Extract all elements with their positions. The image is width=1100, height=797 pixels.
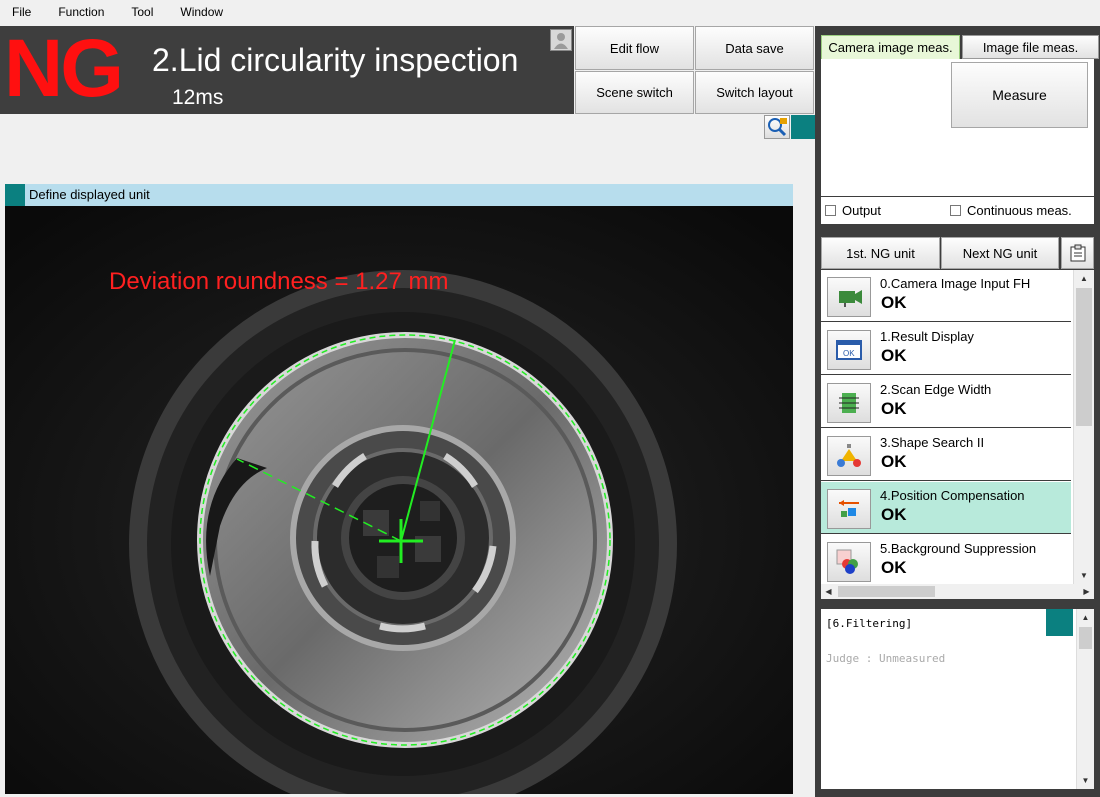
camera-icon [827, 277, 871, 317]
unit-result: OK [881, 505, 907, 524]
scroll-thumb[interactable] [1076, 288, 1092, 426]
menu-bar: File Function Tool Window [0, 0, 1100, 24]
unit-result: OK [881, 452, 907, 471]
background-suppression-icon [827, 542, 871, 582]
detail-scroll-up-icon[interactable]: ▲ [1077, 609, 1094, 626]
hscroll-thumb[interactable] [838, 586, 935, 597]
unit-row[interactable]: 2.Scan Edge Width OK [821, 376, 1071, 428]
menu-window[interactable]: Window [178, 3, 225, 21]
output-label: Output [842, 203, 882, 218]
svg-text:OK: OK [843, 349, 855, 358]
scroll-up-arrow-icon[interactable]: ▲ [1074, 270, 1094, 287]
unit-result: OK [881, 399, 907, 418]
tab-image-file-meas[interactable]: Image file meas. [962, 35, 1099, 59]
output-checkbox[interactable]: Output [825, 203, 881, 218]
shape-search-icon [827, 436, 871, 476]
scene-title: 2.Lid circularity inspection [152, 42, 519, 78]
clipboard-icon[interactable] [1061, 237, 1094, 269]
switch-layout-button[interactable]: Switch layout [695, 71, 814, 114]
unit-list-scrollbar[interactable]: ▲ ▼ [1073, 270, 1094, 584]
menu-function[interactable]: Function [56, 3, 106, 21]
scroll-down-arrow-icon[interactable]: ▼ [1074, 567, 1094, 584]
unit-row[interactable]: 5.Background Suppression OK [821, 535, 1071, 584]
measure-options: Output Continuous meas. [821, 197, 1094, 224]
position-compensation-icon [827, 489, 871, 529]
overall-judgement: NG [4, 23, 124, 114]
camera-image-view[interactable]: Deviation roundness = 1.27 mm [5, 206, 793, 794]
unit-result: OK [881, 293, 907, 312]
scroll-left-arrow-icon[interactable]: ◀ [821, 584, 836, 599]
output-checkbox-box[interactable] [825, 205, 836, 216]
continuous-label: Continuous meas. [967, 203, 1072, 218]
unit-row[interactable]: 0.Camera Image Input FH OK [821, 270, 1071, 322]
unit-result: OK [881, 346, 907, 365]
measure-button[interactable]: Measure [951, 62, 1088, 128]
scan-edge-icon [827, 383, 871, 423]
continuous-meas-checkbox[interactable]: Continuous meas. [950, 203, 1072, 218]
detail-result-panel: [6.Filtering] Judge : Unmeasured [821, 609, 1076, 789]
unit-name: 1.Result Display [880, 329, 974, 344]
detail-scrollbar[interactable]: ▲ ▼ [1076, 609, 1094, 789]
image-panel-title[interactable]: Define displayed unit [29, 187, 150, 202]
detail-scroll-thumb[interactable] [1079, 627, 1092, 649]
scroll-right-arrow-icon[interactable]: ▶ [1079, 584, 1094, 599]
scene-switch-button[interactable]: Scene switch [575, 71, 694, 114]
roundness-result-text: Deviation roundness = 1.27 mm [109, 268, 449, 295]
unit-list-hscrollbar[interactable]: ◀ ▶ [821, 584, 1094, 599]
processing-time: 12ms [172, 86, 224, 109]
judgement-header: NG 2.Lid circularity inspection 12ms [0, 26, 574, 114]
zoom-layout-icon[interactable] [764, 115, 790, 139]
unit-name: 5.Background Suppression [880, 541, 1037, 556]
detail-scroll-down-icon[interactable]: ▼ [1077, 772, 1094, 789]
unit-name: 4.Position Compensation [880, 488, 1025, 503]
ok-display-icon: OK [827, 330, 871, 370]
unit-row[interactable]: 3.Shape Search II OK [821, 429, 1071, 481]
detail-unit-title: [6.Filtering] [826, 617, 913, 630]
tab-camera-image-meas[interactable]: Camera image meas. [821, 35, 960, 59]
panel-indicator [791, 115, 815, 139]
menu-tool[interactable]: Tool [129, 3, 155, 21]
unit-name: 0.Camera Image Input FH [880, 276, 1031, 291]
unit-row[interactable]: OK 1.Result Display OK [821, 323, 1071, 375]
first-ng-unit-button[interactable]: 1st. NG unit [821, 237, 940, 269]
unit-row-selected[interactable]: 4.Position Compensation OK [821, 482, 1071, 534]
image-panel-indicator [5, 184, 25, 206]
data-save-button[interactable]: Data save [695, 26, 814, 70]
user-icon[interactable] [550, 29, 572, 51]
unit-name: 3.Shape Search II [880, 435, 985, 450]
image-panel-titlebar: Define displayed unit [5, 184, 793, 206]
detail-judge-text: Judge : Unmeasured [826, 652, 946, 665]
edit-flow-button[interactable]: Edit flow [575, 26, 694, 70]
next-ng-unit-button[interactable]: Next NG unit [941, 237, 1059, 269]
detail-panel-indicator [1046, 609, 1073, 636]
unit-name: 2.Scan Edge Width [880, 382, 992, 397]
unit-result: OK [881, 558, 907, 577]
menu-file[interactable]: File [10, 3, 33, 21]
flow-unit-list: 0.Camera Image Input FH OK OK 1.Result D… [821, 270, 1073, 584]
continuous-checkbox-box[interactable] [950, 205, 961, 216]
